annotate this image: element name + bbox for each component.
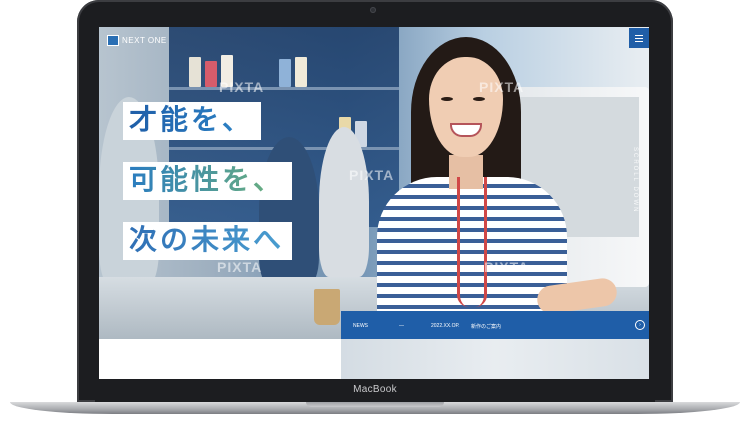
watermark: PIXTA (219, 79, 265, 95)
lanyard (457, 177, 487, 307)
headline-text: 才能を、 (129, 103, 254, 136)
watermark: PIXTA (217, 259, 263, 275)
background-person (259, 137, 319, 287)
news-title[interactable]: 新作のご案内 (471, 323, 501, 330)
scroll-indicator[interactable]: SCROLL DOWN (632, 147, 638, 213)
book (205, 61, 217, 87)
hamburger-icon (635, 34, 643, 36)
headline-line-1: 才能を、 (123, 102, 262, 140)
watermark: PIXTA (484, 259, 530, 275)
site-logo[interactable]: NEXT ONE (107, 33, 167, 47)
news-separator: — (399, 323, 404, 329)
news-date: 2022.XX.OP. (431, 323, 460, 329)
headline-line-3: 次の未来へ (123, 222, 293, 260)
eye (441, 97, 453, 101)
device-brand-label: MacBook (353, 384, 397, 395)
eye (473, 97, 485, 101)
coffee-cup (314, 289, 340, 325)
news-bar[interactable]: NEWS — 2022.XX.OP. 新作のご案内 › (341, 311, 649, 339)
laptop-notch (306, 402, 444, 407)
headline-text: 可能性を、 (129, 163, 285, 196)
background-person (319, 127, 369, 277)
hamburger-icon (635, 37, 643, 39)
camera-icon (370, 7, 376, 13)
news-label: NEWS (353, 323, 368, 329)
hamburger-icon (635, 40, 643, 42)
watermark: PIXTA (479, 79, 525, 95)
website-screen: PIXTA PIXTA PIXTA PIXTA PIXTA NEXT ONE 才… (99, 27, 649, 379)
lower-photo (341, 339, 649, 379)
book (295, 57, 307, 87)
menu-button[interactable] (629, 28, 649, 48)
book (189, 57, 201, 87)
watermark: PIXTA (349, 167, 395, 183)
headline-line-2: 可能性を、 (123, 162, 293, 200)
logo-icon (107, 34, 119, 46)
book (279, 59, 291, 87)
arrow-right-circle-icon[interactable]: › (635, 320, 645, 330)
shelf-row (169, 87, 399, 90)
logo-text: NEXT ONE (122, 35, 167, 45)
headline-text: 次の未来へ (129, 223, 285, 256)
